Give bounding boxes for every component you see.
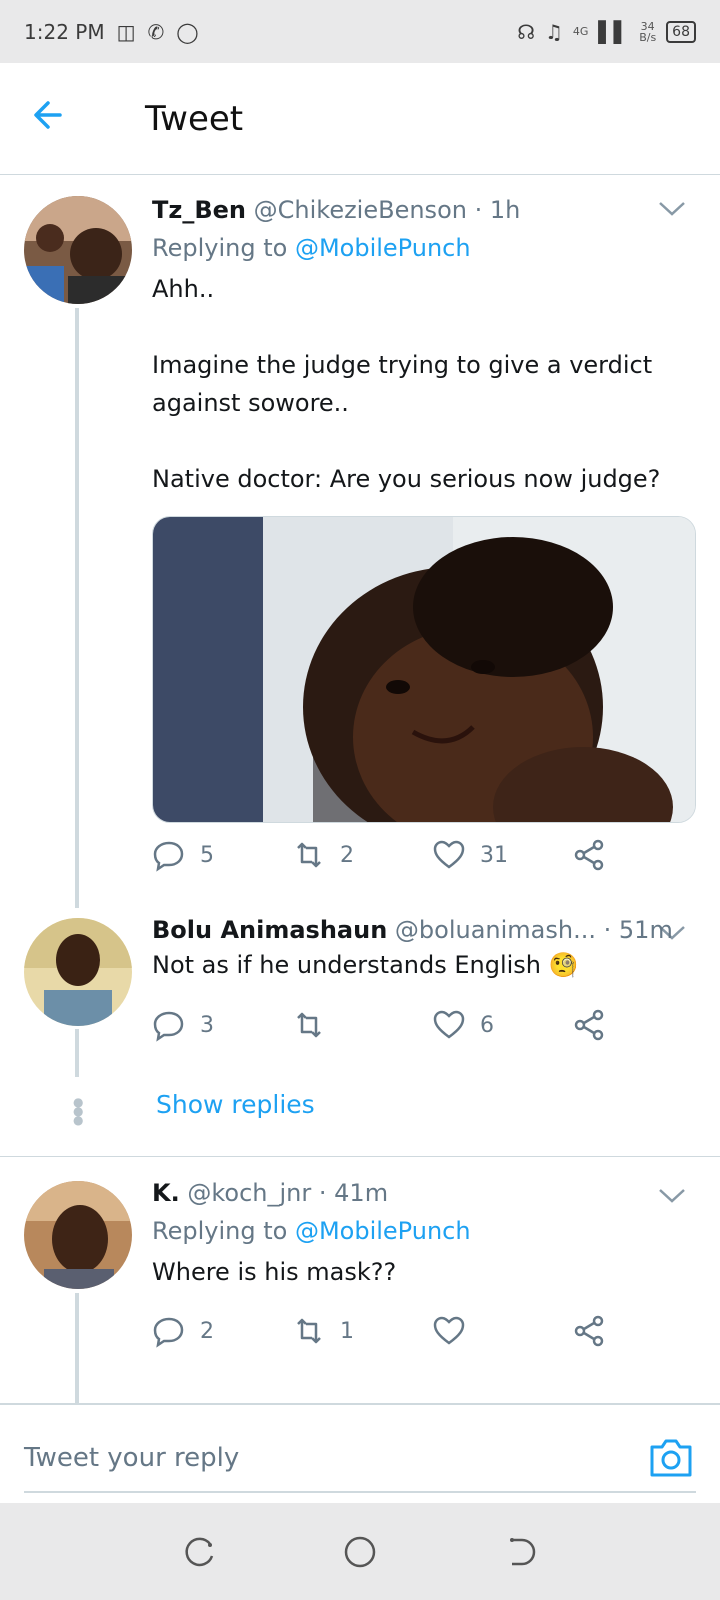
reply-count: 3: [200, 1012, 214, 1038]
like-button[interactable]: 31: [432, 838, 572, 872]
page-title: Tweet: [145, 98, 244, 139]
system-nav-bar: [0, 1503, 720, 1600]
author-handle[interactable]: @koch_jnr: [187, 1179, 311, 1207]
tweet-time: · 41m: [318, 1179, 389, 1207]
replying-to: Replying to @MobilePunch: [152, 1217, 471, 1245]
mute-icon: ♫: [544, 19, 563, 44]
share-icon: [574, 839, 604, 871]
reply-button[interactable]: 5: [152, 838, 292, 872]
tweet-author[interactable]: Bolu Animashaun @boluanimash... · 51m: [152, 916, 694, 944]
status-bar: 1:22 PM ◫ ✆ ◯ ☊ ♫ 4G ▌▌ 34 B/s 68: [0, 0, 720, 63]
retweet-button[interactable]: [292, 1008, 432, 1042]
tweet-image[interactable]: [152, 516, 696, 823]
reply-icon: [153, 841, 184, 872]
net-speed: 34 B/s: [639, 19, 657, 44]
share-icon: [574, 1009, 604, 1041]
retweet-button[interactable]: 2: [292, 838, 432, 872]
reply-button[interactable]: 3: [152, 1008, 292, 1042]
retweet-icon: [297, 1012, 321, 1038]
like-button[interactable]: 6: [432, 1008, 572, 1042]
author-handle[interactable]: @ChikezieBenson: [254, 196, 467, 224]
home-icon[interactable]: [342, 1534, 378, 1570]
tweet-2[interactable]: Bolu Animashaun @boluanimash... · 51m No…: [0, 906, 720, 1077]
battery-saver-icon: ◫: [116, 19, 136, 44]
like-count: 6: [480, 1012, 494, 1038]
status-time: 1:22 PM: [24, 19, 105, 44]
tweet-text: Not as if he understands English 🧐: [152, 951, 579, 979]
thread-dots: ● ● ●: [73, 1095, 84, 1127]
reply-icon: [153, 1011, 184, 1042]
reply-count: 2: [200, 1318, 214, 1344]
reply-count: 5: [200, 842, 214, 868]
reply-composer: Tweet your reply: [0, 1403, 720, 1499]
back-arrow-icon[interactable]: [30, 97, 110, 140]
input-underline: [24, 1491, 696, 1493]
author-handle[interactable]: @boluanimash...: [395, 916, 596, 944]
camera-icon[interactable]: [648, 1437, 694, 1479]
tweet-3[interactable]: K. @koch_jnr · 41m Replying to @MobilePu…: [0, 1157, 720, 1403]
battery-indicator: 68: [666, 20, 696, 43]
share-button[interactable]: [572, 1314, 612, 1348]
heart-icon: [433, 840, 465, 869]
author-name[interactable]: Bolu Animashaun: [152, 916, 387, 944]
author-name[interactable]: K.: [152, 1179, 180, 1207]
tweet-text: Ahh.. Imagine the judge trying to give a…: [152, 275, 661, 493]
share-icon: [574, 1315, 604, 1347]
avatar[interactable]: [24, 1181, 132, 1289]
like-button[interactable]: [432, 1314, 572, 1348]
replying-to: Replying to @MobilePunch: [152, 234, 471, 262]
tweet-author[interactable]: Tz_Ben @ChikezieBenson · 1h: [152, 196, 694, 224]
network-type: 4G: [572, 25, 589, 38]
share-button[interactable]: [572, 1008, 612, 1042]
tweet-time: · 51m: [603, 916, 673, 944]
show-replies-link[interactable]: Show replies: [156, 1090, 315, 1119]
whatsapp-icon: ✆: [147, 19, 165, 44]
thread-line: [75, 308, 79, 908]
tweet-author[interactable]: K. @koch_jnr · 41m: [152, 1179, 694, 1207]
mention-link[interactable]: @MobilePunch: [295, 234, 471, 262]
retweet-button[interactable]: 1: [292, 1314, 432, 1348]
retweet-count: 1: [340, 1318, 354, 1344]
headphones-icon: ☊: [517, 19, 535, 44]
avatar[interactable]: [24, 918, 132, 1026]
author-name[interactable]: Tz_Ben: [152, 196, 246, 224]
app-header: Tweet: [0, 63, 720, 175]
shield-icon: ◯: [176, 19, 199, 44]
thread-line: [75, 1293, 79, 1403]
retweet-icon: [297, 1318, 321, 1344]
like-count: 31: [480, 842, 508, 868]
share-button[interactable]: [572, 838, 612, 872]
tweet-1[interactable]: Tz_Ben @ChikezieBenson · 1h Replying to …: [0, 176, 720, 908]
tweet-text: Where is his mask??: [152, 1258, 397, 1286]
retweet-count: 2: [340, 842, 354, 868]
thread-line: [75, 1029, 79, 1077]
back-icon[interactable]: [502, 1534, 538, 1570]
mention-link[interactable]: @MobilePunch: [295, 1217, 471, 1245]
avatar[interactable]: [24, 196, 132, 304]
reply-icon: [153, 1317, 184, 1348]
heart-icon: [433, 1316, 465, 1345]
tweet-time: · 1h: [474, 196, 521, 224]
heart-icon: [433, 1010, 465, 1039]
reply-input[interactable]: Tweet your reply: [24, 1443, 239, 1473]
recents-icon[interactable]: [182, 1534, 218, 1570]
signal-icon: ▌▌: [598, 19, 630, 44]
reply-button[interactable]: 2: [152, 1314, 292, 1348]
retweet-icon: [297, 842, 321, 868]
